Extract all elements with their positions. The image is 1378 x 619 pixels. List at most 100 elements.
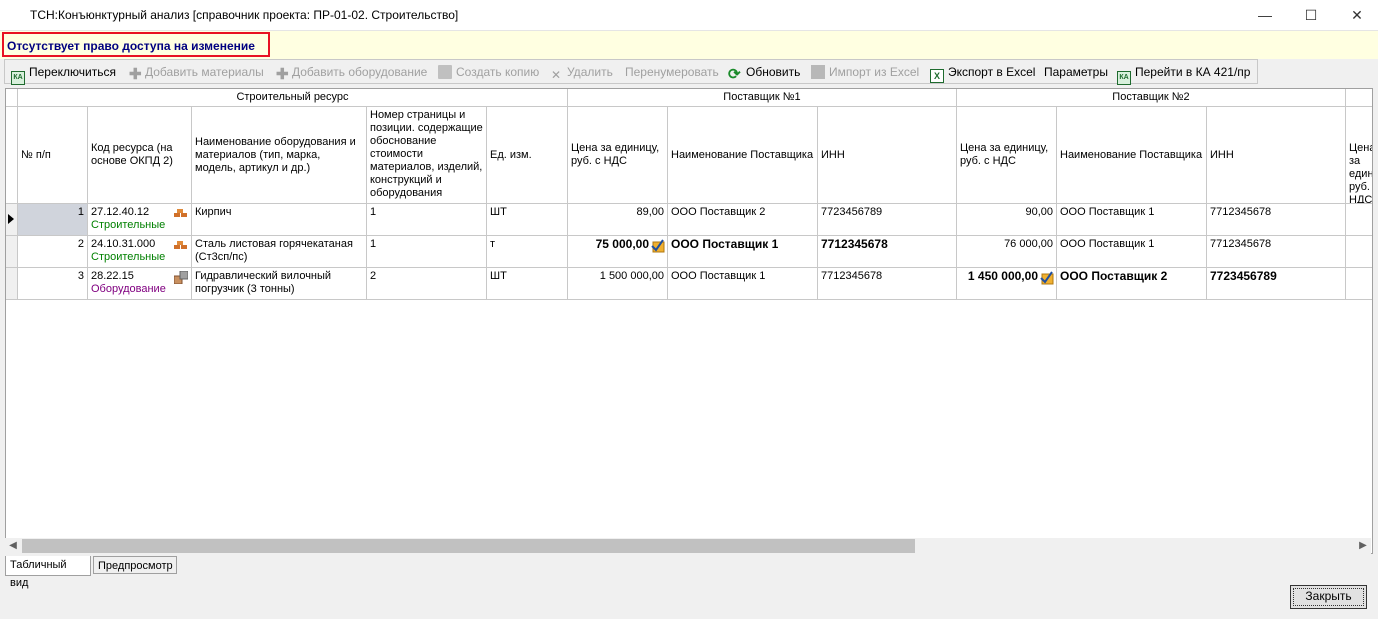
row-indicator-header	[6, 107, 18, 204]
column-header-unit[interactable]: Ед. изм.	[487, 107, 568, 204]
tab-table-view[interactable]: Табличный вид	[5, 556, 91, 589]
create-copy-button[interactable]: Создать копию	[438, 63, 539, 81]
close-window-button[interactable]: ✕	[1334, 0, 1378, 30]
plus-icon: ✚	[129, 66, 142, 83]
cell-unit[interactable]: т	[487, 236, 568, 268]
cell-price1[interactable]: 89,00	[568, 204, 668, 236]
delete-icon: ✕	[551, 68, 562, 82]
params-button[interactable]: Параметры	[1044, 63, 1108, 81]
plus-icon: ✚	[276, 66, 289, 83]
column-header-inn2[interactable]: ИНН	[1207, 107, 1346, 204]
cell-name[interactable]: Гидравлический вилочный погрузчик (3 тон…	[192, 268, 367, 300]
cell-price2[interactable]: 90,00	[957, 204, 1057, 236]
column-header-supplier1[interactable]: Наименование Поставщика	[668, 107, 818, 204]
cell-inn2[interactable]: 7723456789	[1207, 268, 1346, 300]
cell-page[interactable]: 2	[367, 268, 487, 300]
cell-supplier1[interactable]: ООО Поставщик 2	[668, 204, 818, 236]
cell-code[interactable]: 24.10.31.000 Строительные	[88, 236, 192, 268]
row-indicator[interactable]	[6, 236, 18, 268]
excel-icon: X	[930, 69, 944, 83]
cell-price3[interactable]	[1346, 204, 1372, 236]
cell-inn1[interactable]: 7712345678	[818, 268, 957, 300]
cell-unit[interactable]: ШТ	[487, 204, 568, 236]
ka-icon: КА	[1117, 71, 1131, 85]
cell-supplier2[interactable]: ООО Поставщик 2	[1057, 268, 1207, 300]
cell-name[interactable]: Сталь листовая горячекатаная (Ст3сп/пс)	[192, 236, 367, 268]
cell-inn2[interactable]: 7712345678	[1207, 204, 1346, 236]
refresh-button[interactable]: ⟳ Обновить	[728, 63, 800, 83]
cell-code[interactable]: 28.22.15 Оборудование	[88, 268, 192, 300]
group-header-supplier3	[1346, 89, 1372, 107]
equipment-icon	[174, 271, 188, 284]
cell-price1[interactable]: 75 000,00	[568, 236, 668, 268]
column-header-price3[interactable]: Цена за единицу, руб. с НДС	[1346, 107, 1372, 204]
delete-button[interactable]: ✕ Удалить	[551, 63, 613, 82]
cell-supplier1[interactable]: ООО Поставщик 1	[668, 236, 818, 268]
group-header-supplier2: Поставщик №2	[957, 89, 1346, 107]
bricks-icon	[174, 241, 187, 249]
cell-code[interactable]: 27.12.40.12 Строительные	[88, 204, 192, 236]
cell-page[interactable]: 1	[367, 204, 487, 236]
column-header-code[interactable]: Код ресурса (на основе ОКПД 2)	[88, 107, 192, 204]
goto-ka-label: Перейти в КА 421/пр	[1135, 65, 1251, 79]
row-indicator[interactable]	[6, 204, 18, 236]
delete-label: Удалить	[567, 65, 613, 79]
add-equipment-button[interactable]: ✚ Добавить оборудование	[276, 63, 428, 83]
scroll-right-icon[interactable]: ▶	[1355, 538, 1371, 554]
warning-text: Отсутствует право доступа на изменение	[7, 39, 255, 53]
minimize-button[interactable]: —	[1242, 0, 1288, 30]
scroll-left-icon[interactable]: ◀	[5, 538, 21, 554]
tab-preview[interactable]: Предпросмотр	[93, 556, 177, 574]
renumber-button[interactable]: Перенумеровать	[625, 63, 719, 81]
cell-inn2[interactable]: 7712345678	[1207, 236, 1346, 268]
maximize-button[interactable]: ☐	[1288, 0, 1334, 30]
resource-category: Оборудование	[91, 283, 166, 295]
export-excel-button[interactable]: X Экспорт в Excel	[930, 63, 1035, 83]
cell-num[interactable]: 1	[18, 204, 88, 236]
column-header-num[interactable]: № п/п	[18, 107, 88, 204]
import-icon	[811, 65, 825, 79]
scroll-thumb[interactable]	[22, 539, 915, 553]
import-excel-button[interactable]: Импорт из Excel	[811, 63, 919, 81]
column-header-price1[interactable]: Цена за единицу, руб. с НДС	[568, 107, 668, 204]
best-price: 75 000,00	[595, 237, 649, 251]
copy-icon	[438, 65, 452, 79]
add-materials-button[interactable]: ✚ Добавить материалы	[129, 63, 264, 83]
cell-supplier1[interactable]: ООО Поставщик 1	[668, 268, 818, 300]
cell-price2[interactable]: 76 000,00	[957, 236, 1057, 268]
goto-ka-button[interactable]: КА Перейти в КА 421/пр	[1117, 63, 1251, 85]
cell-price3[interactable]	[1346, 236, 1372, 268]
data-grid[interactable]: Строительный ресурс Поставщик №1 Поставщ…	[5, 88, 1373, 554]
cell-page[interactable]: 1	[367, 236, 487, 268]
warning-box: Отсутствует право доступа на изменение	[2, 32, 270, 57]
cell-inn1[interactable]: 7712345678	[818, 236, 957, 268]
column-header-supplier2[interactable]: Наименование Поставщика	[1057, 107, 1207, 204]
cell-unit[interactable]: ШТ	[487, 268, 568, 300]
cell-price3[interactable]	[1346, 268, 1372, 300]
switch-button[interactable]: КА Переключиться	[11, 63, 116, 85]
row-indicator[interactable]	[6, 268, 18, 300]
cell-supplier2[interactable]: ООО Поставщик 1	[1057, 204, 1207, 236]
horizontal-scrollbar[interactable]: ◀ ▶	[5, 538, 1371, 554]
cell-num[interactable]: 2	[18, 236, 88, 268]
bricks-icon	[174, 209, 187, 217]
cell-supplier2[interactable]: ООО Поставщик 1	[1057, 236, 1207, 268]
current-row-arrow-icon	[8, 214, 14, 224]
add-equipment-label: Добавить оборудование	[292, 65, 428, 79]
switch-label: Переключиться	[29, 65, 116, 79]
ka-icon: КА	[11, 71, 25, 85]
cell-name[interactable]: Кирпич	[192, 204, 367, 236]
cell-inn1[interactable]: 7723456789	[818, 204, 957, 236]
cell-price1[interactable]: 1 500 000,00	[568, 268, 668, 300]
column-header-page[interactable]: Номер страницы и позиции. содержащие обо…	[367, 107, 487, 204]
column-header-name[interactable]: Наименование оборудования и материалов (…	[192, 107, 367, 204]
cell-num[interactable]: 3	[18, 268, 88, 300]
import-excel-label: Импорт из Excel	[829, 65, 920, 79]
best-price-check-icon	[651, 239, 665, 253]
add-materials-label: Добавить материалы	[145, 65, 264, 79]
cell-price2[interactable]: 1 450 000,00	[957, 268, 1057, 300]
column-header-price2[interactable]: Цена за единицу, руб. с НДС	[957, 107, 1057, 204]
title-bar: ТСН:Конъюнктурный анализ [справочник про…	[0, 0, 1378, 31]
close-button[interactable]: Закрыть	[1290, 585, 1367, 609]
column-header-inn1[interactable]: ИНН	[818, 107, 957, 204]
